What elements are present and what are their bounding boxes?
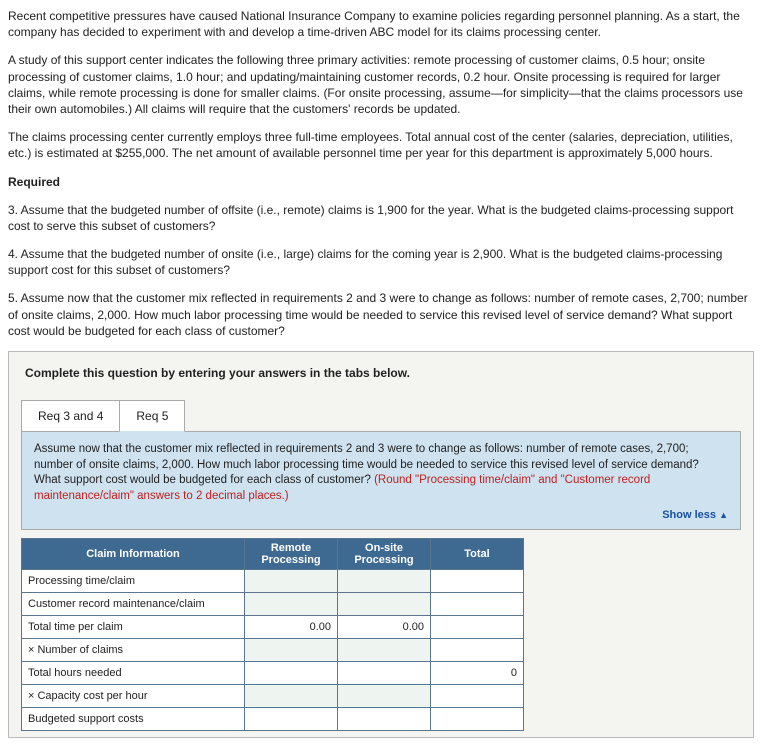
problem-paragraph-2: A study of this support center indicates… bbox=[8, 52, 754, 117]
cell-r0c2[interactable] bbox=[338, 569, 431, 592]
row-number-claims: × Number of claims bbox=[22, 638, 245, 661]
show-less-label: Show less bbox=[662, 509, 716, 521]
row-total-hours: Total hours needed bbox=[22, 661, 245, 684]
cell-r2c3 bbox=[431, 615, 524, 638]
cell-r5c1[interactable] bbox=[245, 684, 338, 707]
cell-r6c2 bbox=[338, 707, 431, 730]
col-total: Total bbox=[431, 538, 524, 569]
cell-r2c2: 0.00 bbox=[338, 615, 431, 638]
problem-paragraph-3: The claims processing center currently e… bbox=[8, 129, 754, 161]
row-total-time: Total time per claim bbox=[22, 615, 245, 638]
cell-r4c1 bbox=[245, 661, 338, 684]
cell-r3c2[interactable] bbox=[338, 638, 431, 661]
cell-r1c2[interactable] bbox=[338, 592, 431, 615]
question-5: 5. Assume now that the customer mix refl… bbox=[8, 290, 754, 339]
answer-box: Complete this question by entering your … bbox=[8, 351, 754, 738]
cell-r6c1 bbox=[245, 707, 338, 730]
problem-paragraph-1: Recent competitive pressures have caused… bbox=[8, 8, 754, 40]
cell-r1c1[interactable] bbox=[245, 592, 338, 615]
cell-r1c3 bbox=[431, 592, 524, 615]
row-record-maintenance: Customer record maintenance/claim bbox=[22, 592, 245, 615]
cell-r4c2 bbox=[338, 661, 431, 684]
cell-r0c1[interactable] bbox=[245, 569, 338, 592]
tab-strip: Req 3 and 4 Req 5 bbox=[21, 400, 753, 432]
tab-req-3-4[interactable]: Req 3 and 4 bbox=[21, 400, 120, 432]
cell-r5c2[interactable] bbox=[338, 684, 431, 707]
claim-table: Claim Information Remote Processing On-s… bbox=[21, 538, 524, 731]
required-header: Required bbox=[8, 174, 754, 190]
instruction-text: Complete this question by entering your … bbox=[9, 352, 753, 394]
col-onsite: On-site Processing bbox=[338, 538, 431, 569]
cell-r4c3: 0 bbox=[431, 661, 524, 684]
row-budgeted-support: Budgeted support costs bbox=[22, 707, 245, 730]
cell-r2c1: 0.00 bbox=[245, 615, 338, 638]
tab-req-5[interactable]: Req 5 bbox=[119, 400, 185, 432]
cell-r3c1[interactable] bbox=[245, 638, 338, 661]
row-capacity-cost: × Capacity cost per hour bbox=[22, 684, 245, 707]
show-less-toggle[interactable]: Show less ▲ bbox=[34, 508, 728, 523]
col-remote: Remote Processing bbox=[245, 538, 338, 569]
cell-r3c3 bbox=[431, 638, 524, 661]
question-4: 4. Assume that the budgeted number of on… bbox=[8, 246, 754, 278]
col-claim-info: Claim Information bbox=[22, 538, 245, 569]
chevron-up-icon: ▲ bbox=[719, 510, 728, 520]
tab-panel-req-5: Assume now that the customer mix reflect… bbox=[21, 431, 741, 530]
cell-r5c3 bbox=[431, 684, 524, 707]
cell-r6c3 bbox=[431, 707, 524, 730]
question-3: 3. Assume that the budgeted number of of… bbox=[8, 202, 754, 234]
cell-r0c3 bbox=[431, 569, 524, 592]
row-processing-time: Processing time/claim bbox=[22, 569, 245, 592]
